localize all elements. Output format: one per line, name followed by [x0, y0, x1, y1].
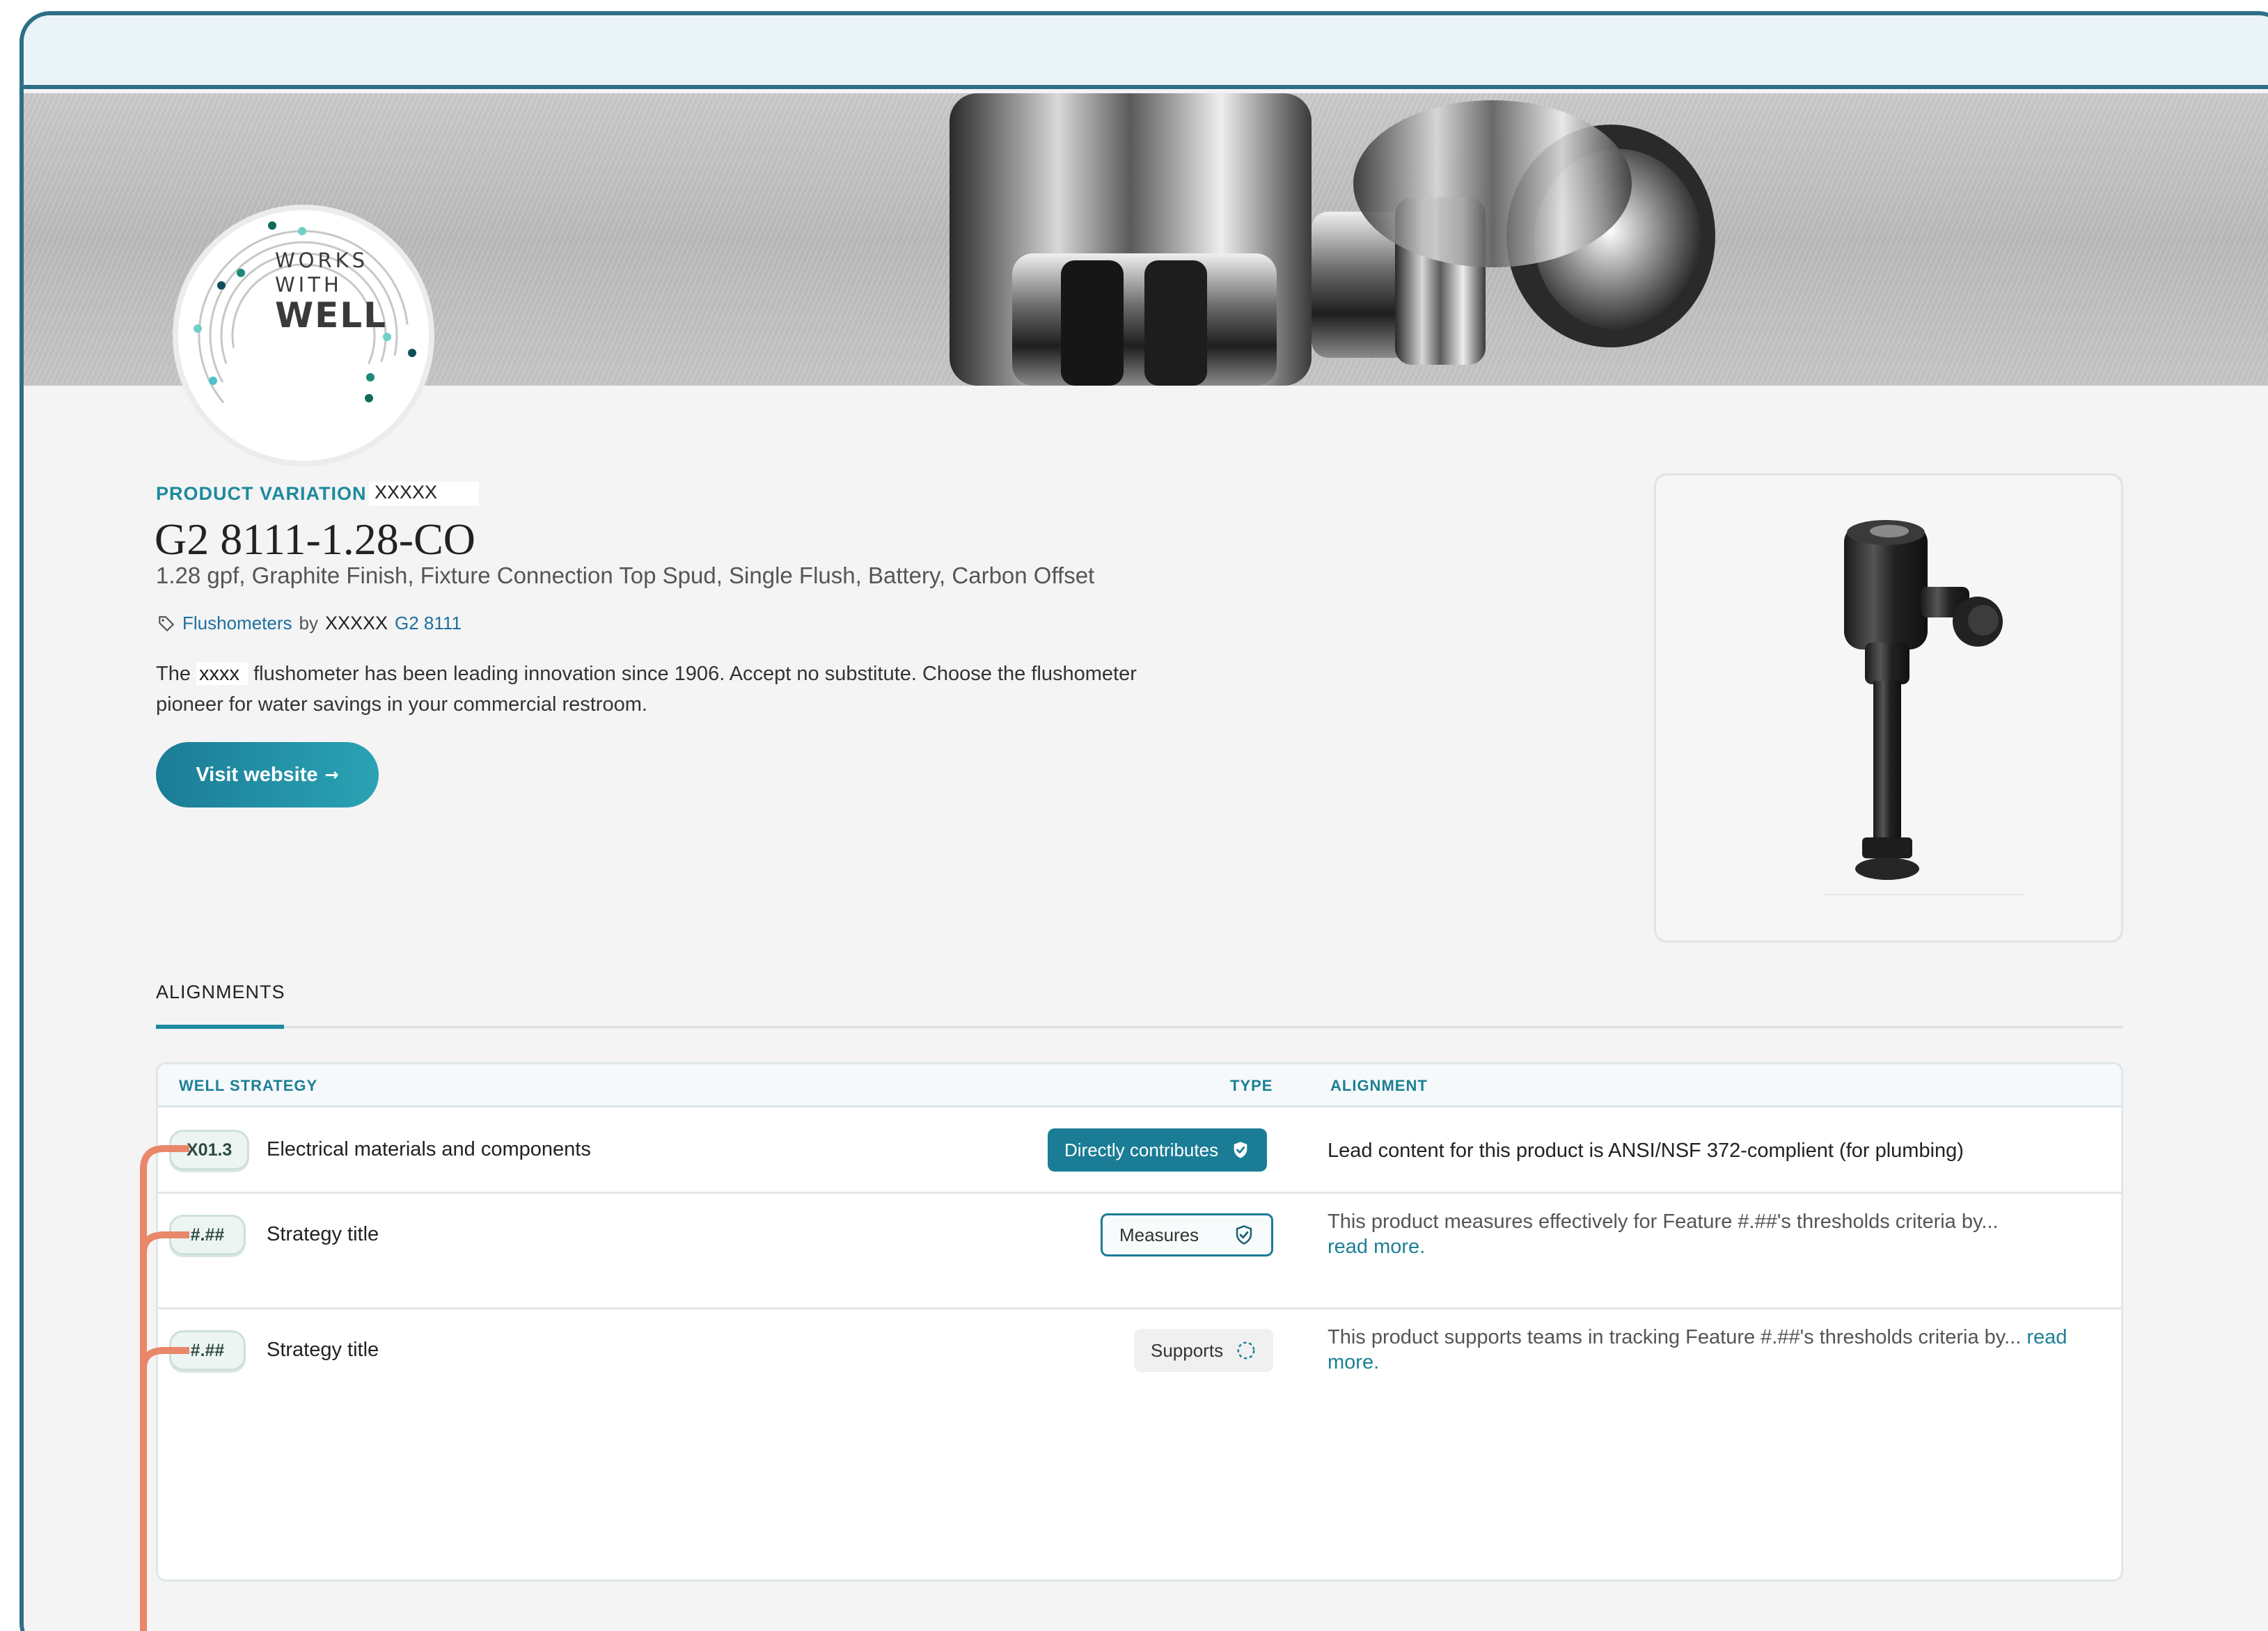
table-header: WELL STRATEGY TYPE ALIGNMENT [158, 1064, 2121, 1108]
model-link[interactable]: G2 8111 [395, 613, 462, 634]
badge-text: WORKS WITH WELL [275, 251, 387, 333]
alignment-text: Lead content for this product is ANSI/NS… [1328, 1140, 1964, 1162]
alignment-text: This product measures effectively for Fe… [1328, 1209, 2079, 1259]
top-bar [24, 15, 2268, 89]
type-badge: Supports [1134, 1329, 1274, 1372]
column-header-type: TYPE [1230, 1077, 1273, 1094]
read-more-link[interactable]: read more. [1328, 1236, 1425, 1258]
product-subtitle: 1.28 gpf, Graphite Finish, Fixture Conne… [156, 562, 1095, 588]
table-row[interactable]: #.## Strategy title Supports This produc… [158, 1309, 2121, 1425]
alignment-body: This product supports teams in tracking … [1328, 1326, 2022, 1348]
product-description: The xxxx flushometer has been leading in… [156, 659, 1172, 720]
column-header-alignment: ALIGNMENT [1330, 1077, 1428, 1094]
shield-check-outline-icon [1236, 1225, 1252, 1245]
product-variation-value: XXXXX [369, 482, 480, 506]
type-label: Measures [1119, 1224, 1199, 1245]
table-row[interactable]: X01.3 Electrical materials and component… [158, 1108, 2121, 1194]
arrow-right-icon: → [324, 765, 339, 785]
badge-line-1: WORKS [275, 249, 369, 272]
shield-check-icon [1234, 1142, 1247, 1158]
alignments-table: WELL STRATEGY TYPE ALIGNMENT X01.3 Elect… [156, 1062, 2123, 1582]
product-image-card [1654, 473, 2123, 943]
badge-line-3: WELL [275, 295, 388, 336]
table-row[interactable]: #.## Strategy title Measures This produc… [158, 1194, 2121, 1309]
type-label: Supports [1151, 1339, 1224, 1361]
type-badge: Directly contributes [1048, 1128, 1268, 1172]
strategy-title: Strategy title [267, 1223, 379, 1245]
flushometer-product-image [1823, 520, 2025, 895]
alignment-text: This product supports teams in tracking … [1328, 1325, 2079, 1375]
dashed-circle-icon [1237, 1341, 1255, 1360]
type-badge: Measures [1101, 1213, 1273, 1256]
description-post: flushometer has been leading innovation … [156, 663, 1137, 716]
strategy-connector-lines [140, 1145, 189, 1631]
brand-name: XXXXX [324, 613, 388, 633]
alignment-body: This product measures effectively for Fe… [1328, 1211, 1999, 1233]
type-label: Directly contributes [1064, 1139, 1219, 1160]
flush-valve-hero-image [950, 93, 1715, 386]
strategy-title: Strategy title [267, 1339, 379, 1361]
badge-line-2: WITH [275, 273, 342, 297]
tab-divider [156, 1026, 2123, 1028]
by-text: by [299, 613, 318, 633]
strategy-title: Electrical materials and components [267, 1138, 591, 1160]
